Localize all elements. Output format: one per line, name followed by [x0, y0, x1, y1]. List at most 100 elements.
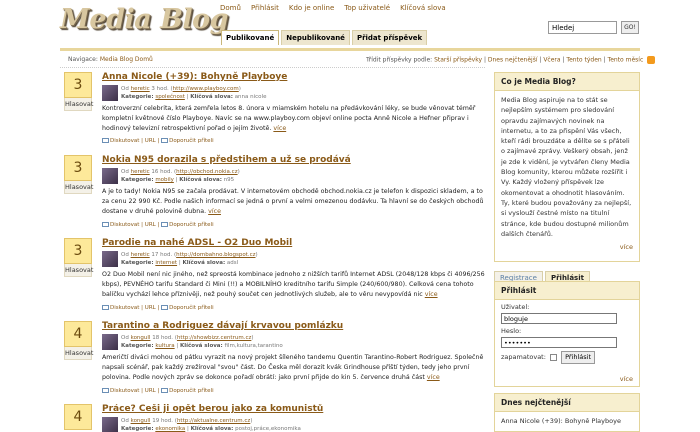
post-title[interactable]: Nokia N95 dorazila s předstihem a už se …: [102, 155, 351, 165]
category-link[interactable]: společnost: [155, 94, 185, 100]
vote-box[interactable]: 3 Hlasovat: [64, 155, 94, 194]
login-more-link[interactable]: více: [495, 375, 639, 386]
vote-count: 3: [64, 155, 92, 181]
password-field[interactable]: [501, 337, 617, 348]
post-title[interactable]: Tarantino a Rodriguez dávají krvavou pom…: [102, 321, 343, 331]
url-link[interactable]: URL: [145, 138, 156, 144]
author-link[interactable]: kongull: [131, 418, 151, 424]
vote-box[interactable]: 3 Hlasovat: [64, 72, 94, 111]
username-field[interactable]: [501, 313, 617, 324]
mail-icon: [161, 138, 169, 143]
recommend-link[interactable]: Doporučit příteli: [169, 138, 214, 144]
mail-icon: [161, 222, 169, 227]
post-meta: Od kongull 19 hod. (http://aktualne.cent…: [121, 418, 301, 432]
post-item: 4 Práce? Češi ji opět berou jako za komu…: [60, 404, 488, 432]
tab-unpublished[interactable]: Nepublikované: [281, 30, 350, 45]
discuss-icon: [102, 305, 109, 310]
post-title[interactable]: Anna Nicole (+39): Bohyně Playboye: [102, 72, 287, 82]
source-url-link[interactable]: http://dombahno.blogspot.cz: [176, 252, 255, 258]
discuss-icon: [102, 222, 109, 227]
sort-older[interactable]: Starší příspěvky: [434, 57, 482, 64]
url-link[interactable]: URL: [145, 388, 156, 394]
author-link[interactable]: heretic: [131, 86, 150, 92]
main-tabs: Publikované Nepublikované Přidat příspěv…: [221, 30, 428, 45]
vote-button[interactable]: Hlasovat: [64, 264, 93, 277]
post-text: Američtí diváci mohou od pátku vyrazit n…: [102, 354, 484, 382]
password-label: Heslo:: [501, 327, 522, 335]
recommend-link[interactable]: Doporučit příteli: [169, 305, 214, 311]
category-link[interactable]: ekonomika: [155, 426, 185, 432]
post-item: 4 Hlasovat Tarantino a Rodriguez dávají …: [60, 321, 488, 401]
discuss-link[interactable]: Diskutovat: [110, 388, 139, 394]
nav-who-online[interactable]: Kdo je online: [289, 4, 334, 12]
site-logo[interactable]: Media Blog: [60, 4, 229, 35]
vote-button[interactable]: Hlasovat: [64, 98, 93, 111]
recommend-link[interactable]: Doporučit příteli: [169, 222, 214, 228]
vote-count: 3: [64, 72, 92, 98]
discuss-link[interactable]: Diskutovat: [110, 305, 139, 311]
sort-label: Třídit příspěvky podle:: [366, 56, 433, 64]
source-url-link[interactable]: http://www.playboy.com: [173, 86, 239, 92]
url-link[interactable]: URL: [145, 305, 156, 311]
remember-checkbox[interactable]: [550, 353, 557, 361]
nav-login[interactable]: Přihlásit: [251, 4, 279, 12]
nav-top-users[interactable]: Top uživatelé: [344, 4, 390, 12]
tab-add-post[interactable]: Přidat příspěvek: [351, 30, 428, 45]
more-link[interactable]: více: [208, 208, 221, 215]
category-link[interactable]: kultura: [155, 343, 174, 349]
about-box: Co je Media Blog? Media Blog aspiruje na…: [494, 72, 640, 262]
author-link[interactable]: heretic: [131, 169, 150, 175]
sort-month[interactable]: Tento měsíc: [608, 57, 644, 64]
breadcrumb-label: Navigace:: [68, 56, 98, 63]
sort-yesterday[interactable]: Včera: [543, 57, 560, 64]
category-link[interactable]: internet: [155, 260, 177, 266]
post-item: 3 Hlasovat Nokia N95 dorazila s předstih…: [60, 155, 488, 235]
vote-box[interactable]: 3 Hlasovat: [64, 238, 94, 277]
search-input[interactable]: [548, 21, 617, 34]
discuss-icon: [102, 388, 109, 393]
post-meta: Od heretic 3 hod. (http://www.playboy.co…: [121, 86, 267, 100]
vote-button[interactable]: Hlasovat: [64, 181, 93, 194]
login-box: Přihlásit Uživatel: Heslo: zapamatovat: …: [494, 281, 640, 387]
discuss-link[interactable]: Diskutovat: [110, 138, 139, 144]
vote-button[interactable]: Hlasovat: [64, 347, 93, 360]
breadcrumb-home-link[interactable]: Media Blog Domů: [100, 56, 153, 63]
avatar: [102, 168, 118, 184]
about-more-link[interactable]: více: [495, 243, 639, 254]
nav-home[interactable]: Domů: [220, 4, 241, 12]
login-button[interactable]: Přihlásit: [561, 351, 596, 364]
author-link[interactable]: kongull: [131, 335, 151, 341]
search-go-button[interactable]: GO!: [621, 21, 639, 34]
source-url-link[interactable]: http://showbizz.centrum.cz: [177, 335, 251, 341]
post-text: Kontroverzní celebrita, která zemřela le…: [102, 105, 476, 133]
tab-published[interactable]: Publikované: [221, 30, 280, 45]
author-link[interactable]: heretic: [131, 252, 150, 258]
recommend-link[interactable]: Doporučit příteli: [169, 388, 214, 394]
discuss-link[interactable]: Diskutovat: [110, 222, 139, 228]
keywords: adsl: [226, 260, 239, 266]
nav-keywords[interactable]: Klíčová slova: [400, 4, 446, 12]
vote-box[interactable]: 4 Hlasovat: [64, 321, 94, 360]
vote-box[interactable]: 4: [64, 404, 94, 430]
keywords: anna nicole: [234, 94, 267, 100]
source-url-link[interactable]: http://aktualne.centrum.cz: [177, 418, 250, 424]
sort-today[interactable]: Dnes nejčtenější: [488, 57, 538, 64]
more-link[interactable]: více: [427, 374, 440, 381]
post-actions: Diskutovat | URL | Doporučit příteli: [102, 138, 214, 144]
category-link[interactable]: mobily: [155, 177, 174, 183]
today-item[interactable]: Anna Nicole (+39): Bohyně Playboye: [495, 412, 639, 430]
rss-icon[interactable]: [647, 56, 656, 64]
source-url-link[interactable]: http://obchod.nokia.cz: [176, 169, 237, 175]
vote-count: 3: [64, 238, 92, 264]
sort-week[interactable]: Tento týden: [566, 57, 601, 64]
post-item: 3 Hlasovat Anna Nicole (+39): Bohyně Pla…: [60, 72, 488, 152]
more-link[interactable]: více: [425, 291, 438, 298]
post-title[interactable]: Práce? Češi ji opět berou jako za komuni…: [102, 404, 323, 414]
post-meta: Od heretic 17 hod. (http://dombahno.blog…: [121, 252, 258, 266]
url-link[interactable]: URL: [145, 222, 156, 228]
post-title[interactable]: Parodie na nahé ADSL - O2 Duo Mobil: [102, 238, 292, 248]
more-link[interactable]: více: [273, 125, 286, 132]
avatar: [102, 85, 118, 101]
top-nav: Domů Přihlásit Kdo je online Top uživate…: [220, 4, 446, 12]
user-label: Uživatel:: [501, 303, 530, 311]
